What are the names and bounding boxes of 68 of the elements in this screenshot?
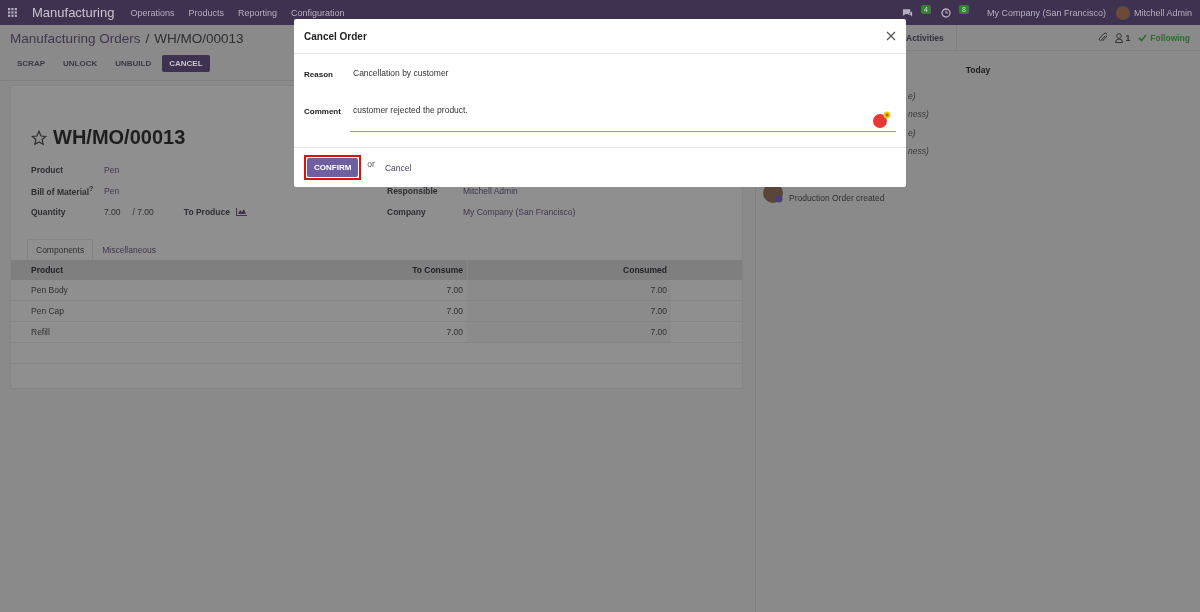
table-cell-text: Refill — [30, 326, 51, 339]
dialog-title: Cancel Order — [304, 30, 367, 42]
action-button[interactable]: CANCEL — [162, 55, 210, 72]
menu-item[interactable]: Products — [188, 7, 224, 18]
user-icon — [1114, 32, 1123, 43]
field-label: Quantity — [31, 206, 67, 217]
paperclip-icon[interactable] — [1097, 32, 1107, 43]
company-switcher[interactable]: My Company (San Francisco) — [986, 7, 1106, 18]
check-icon — [1138, 33, 1148, 42]
table-row[interactable]: Pen Body 7.00 7.00 — [11, 280, 742, 301]
apps-menu-icon[interactable] — [8, 7, 18, 18]
chat-icon[interactable] — [902, 7, 914, 18]
record-title: WH/MO/00013 — [53, 126, 186, 149]
date-separator: Today — [964, 65, 992, 75]
field-value[interactable]: Pen — [104, 164, 120, 175]
field-label: Comment — [304, 105, 342, 118]
table-cell: 7.00 — [467, 322, 671, 342]
reason-value[interactable]: Cancellation by customer — [353, 68, 896, 95]
app-name[interactable]: Manufacturing — [32, 5, 115, 20]
menu-item[interactable]: Configuration — [291, 7, 345, 18]
menu-item[interactable]: Operations — [130, 7, 175, 18]
close-icon[interactable] — [886, 31, 896, 41]
followers-button[interactable]: 1 — [1114, 32, 1131, 43]
star-icon[interactable] — [31, 129, 47, 146]
state-label: To Produce — [183, 206, 231, 217]
field-label: Bill of Material$^{?}$ — [31, 184, 95, 197]
message-text: e) — [908, 128, 917, 138]
chart-icon[interactable] — [235, 207, 247, 216]
activities-button[interactable]: Activities — [906, 32, 944, 43]
column-header[interactable]: Product — [11, 260, 221, 280]
field-value[interactable]: Pen — [104, 185, 120, 196]
user-menu[interactable]: Mitchell Admin — [1133, 7, 1192, 18]
field-value[interactable]: My Company (San Francisco) — [463, 206, 576, 217]
action-button[interactable]: UNBUILD — [108, 55, 159, 72]
table-row[interactable]: Pen Cap 7.00 7.00 — [11, 301, 742, 322]
clock-icon[interactable] — [941, 7, 951, 18]
table-cell-text: Pen Body — [30, 284, 69, 297]
table-cell: 7.00 — [467, 280, 671, 300]
message-text: ness) — [908, 146, 930, 156]
column-header[interactable]: To Consume — [221, 260, 467, 280]
table-row[interactable]: Refill 7.00 7.00 — [11, 322, 742, 343]
field-label: Product — [31, 164, 65, 175]
or-text: or — [367, 158, 375, 169]
action-button[interactable]: SCRAP — [10, 55, 52, 72]
field-label: Reason — [304, 69, 334, 81]
table-cell-text: 7.00 — [445, 305, 464, 318]
action-button[interactable]: UNLOCK — [56, 55, 105, 72]
emoji-icon[interactable] — [872, 110, 892, 129]
field-label: Responsible — [387, 185, 439, 196]
quantity-total: / 7.00 — [132, 206, 154, 217]
breadcrumb-separator: / — [145, 31, 150, 46]
quantity-value[interactable]: 7.00 — [104, 206, 121, 217]
table-cell-text: 7.00 — [445, 326, 464, 339]
tab[interactable]: Miscellaneous — [93, 239, 166, 260]
table-cell: 7.00 — [467, 301, 671, 321]
confirm-button[interactable]: CONFIRM — [307, 158, 359, 177]
table-cell-text: Pen Cap — [30, 305, 66, 318]
message-text: e) — [908, 91, 917, 101]
field-label: Company — [387, 206, 427, 217]
cancel-link[interactable]: Cancel — [384, 162, 412, 173]
field-value[interactable]: Mitchell Admin — [463, 185, 518, 196]
message-text: ness) — [908, 109, 930, 119]
breadcrumb-link[interactable]: Manufacturing Orders — [10, 31, 141, 46]
message-text: Production Order created — [789, 193, 885, 203]
comment-field[interactable]: customer rejected the product. — [350, 104, 896, 132]
breadcrumb-current: WH/MO/00013 — [154, 31, 244, 46]
table-cell-text: 7.00 — [445, 284, 464, 297]
menu-item[interactable]: Reporting — [237, 7, 277, 18]
